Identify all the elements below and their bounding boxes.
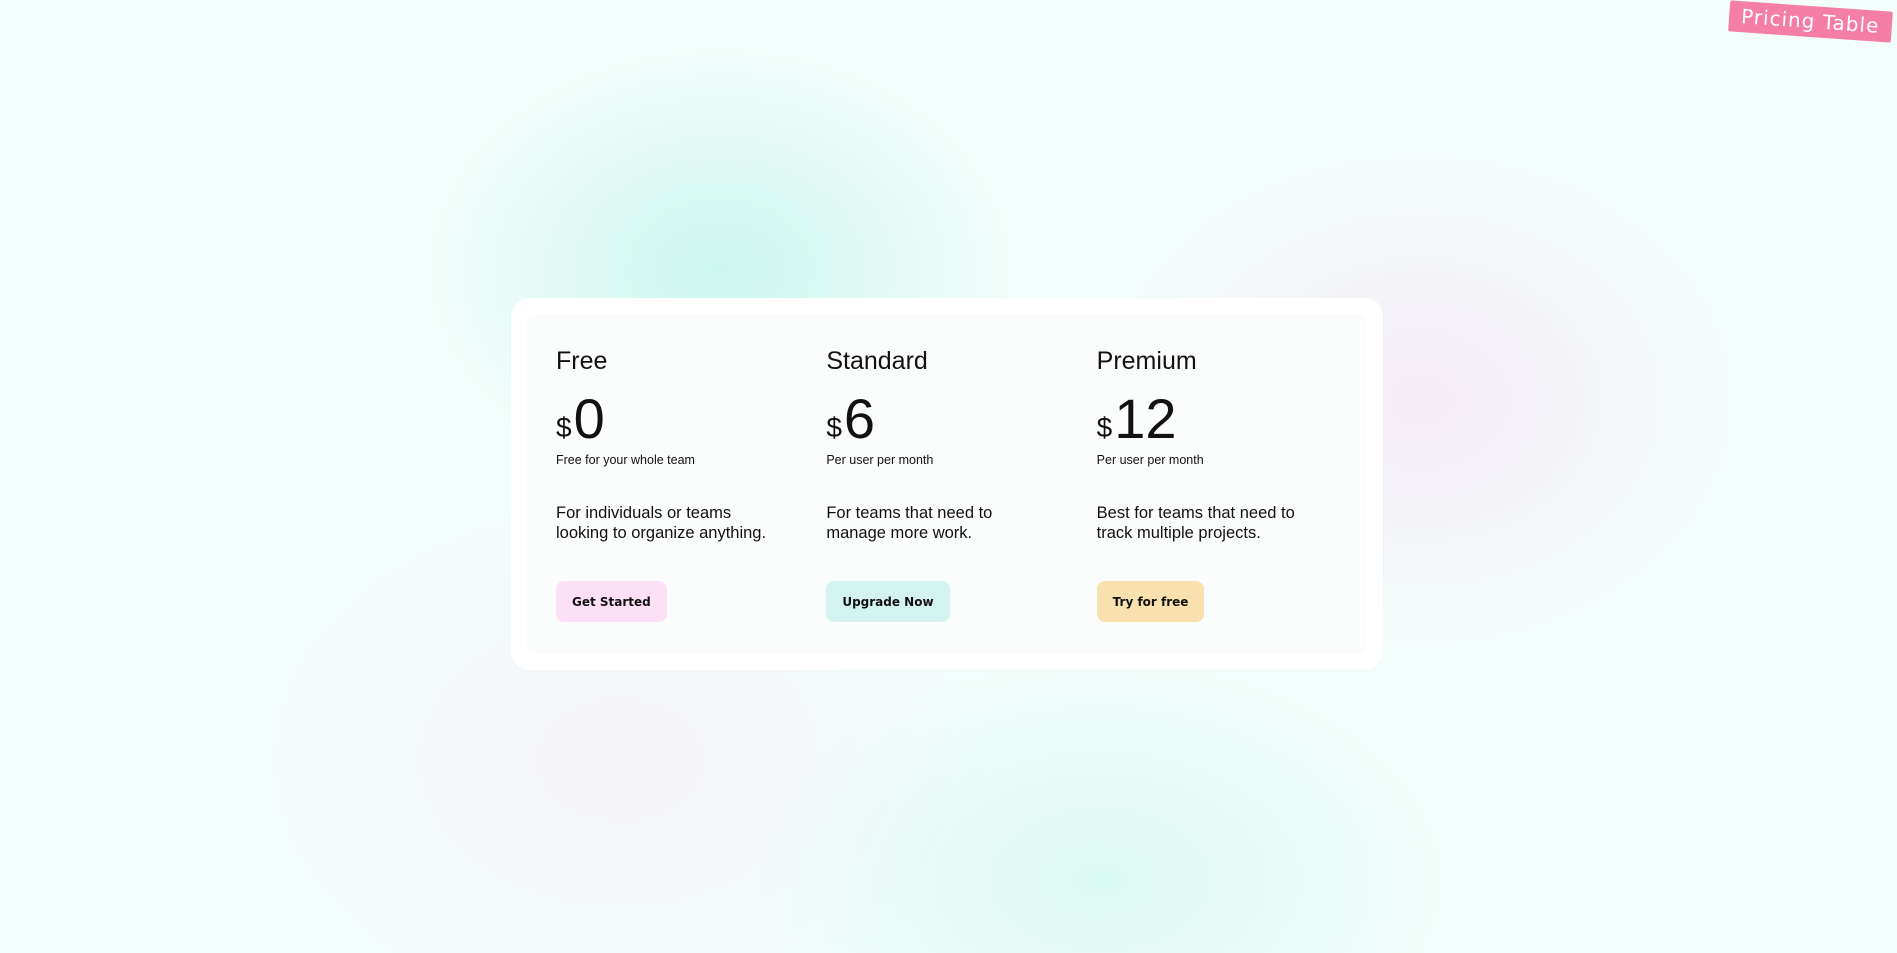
plan-name: Free [556,347,608,375]
plan-description: Best for teams that need to track multip… [1096,504,1295,542]
price-amount: 6 [843,387,876,450]
plan-description: For individuals or teams looking to orga… [556,504,767,542]
plan-free: Free $ 0 Free for your whole team For in… [556,314,826,654]
plan-price: $ 6 [826,387,1096,450]
plan-price: $ 0 [556,387,826,450]
pricing-table-badge: Pricing Table [1727,0,1892,43]
plan-price: $ 12 [1096,387,1367,450]
pricing-panel: Free $ 0 Free for your whole team For in… [511,298,1383,670]
pricing-plans-row: Free $ 0 Free for your whole team For in… [527,314,1367,654]
plan-premium: Premium $ 12 Per user per month Best for… [1096,314,1367,654]
price-currency: $ [1096,412,1113,443]
plan-standard: Standard $ 6 Per user per month For team… [826,314,1096,654]
plan-name: Standard [826,347,928,375]
price-note: Per user per month [826,453,934,467]
price-currency: $ [556,412,572,443]
price-amount: 0 [573,387,605,450]
price-note: Per user per month [1096,453,1204,467]
try-for-free-button[interactable]: Try for free [1096,581,1205,622]
plan-description: For teams that need to manage more work. [826,504,993,542]
get-started-button[interactable]: Get Started [556,581,667,622]
upgrade-now-button[interactable]: Upgrade Now [826,581,950,622]
price-note: Free for your whole team [556,453,695,467]
plan-name: Premium [1096,347,1197,375]
price-currency: $ [826,412,842,443]
price-amount: 12 [1114,387,1177,450]
